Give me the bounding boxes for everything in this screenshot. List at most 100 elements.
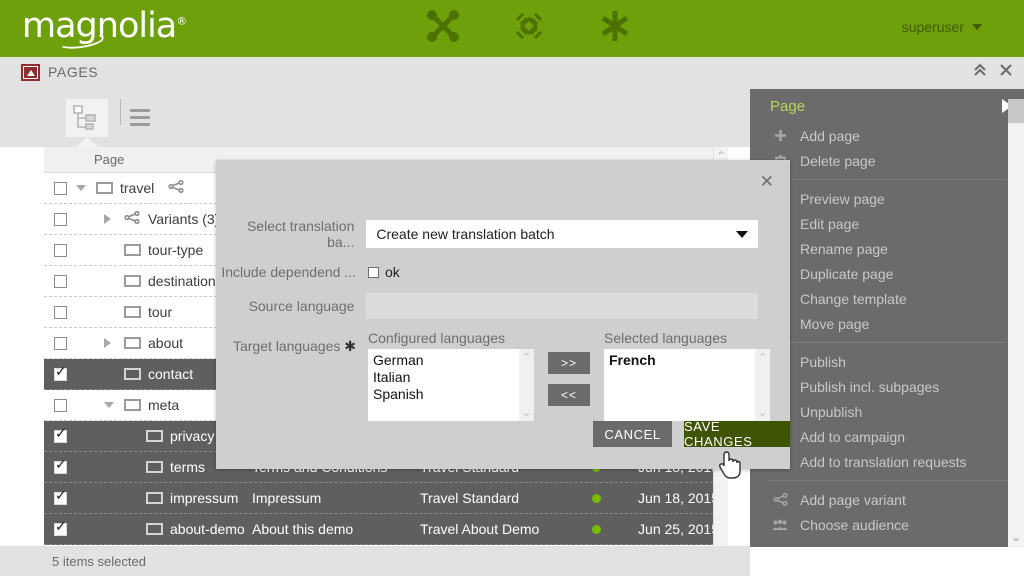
selected-list-scrollbar[interactable]: ⌃ ⌄ — [755, 349, 770, 421]
label-source-language: Source language — [216, 298, 354, 314]
action-item-label: Publish incl. subpages — [800, 379, 939, 395]
save-changes-button[interactable]: SAVE CHANGES — [684, 421, 790, 447]
audience-icon — [772, 517, 788, 533]
action-item-add-page[interactable]: Add page — [750, 123, 1024, 148]
expand-arrow-icon[interactable] — [104, 214, 111, 224]
action-item-choose-audience[interactable]: Choose audience — [750, 512, 1024, 537]
action-group-divider — [768, 342, 1006, 343]
expand-arrow-icon[interactable] — [104, 338, 111, 348]
action-item-duplicate-page[interactable]: Duplicate page — [750, 261, 1024, 286]
collapse-icon[interactable] — [972, 62, 988, 82]
action-item-move-page[interactable]: Move page — [750, 311, 1024, 336]
collapse-arrow-icon[interactable] — [104, 402, 114, 408]
diamond-pattern-icon[interactable] — [511, 8, 547, 44]
row-checkbox[interactable] — [54, 306, 67, 319]
row-checkbox-checked[interactable] — [54, 368, 67, 381]
source-language-field[interactable] — [366, 293, 758, 319]
action-scroll-down-icon[interactable]: ⌄ — [1011, 530, 1021, 544]
status-badge — [592, 525, 601, 534]
row-label: travel — [120, 180, 154, 196]
move-left-button[interactable]: << — [548, 384, 590, 406]
action-item-label: Choose audience — [800, 517, 909, 533]
row-checkbox[interactable] — [54, 182, 67, 195]
collapse-arrow-icon[interactable] — [76, 185, 86, 191]
row-checkbox-checked[interactable] — [54, 430, 67, 443]
magnolia-logo[interactable]: magnolia® — [22, 6, 186, 46]
row-checkbox[interactable] — [54, 275, 67, 288]
action-item-unpublish[interactable]: Unpublish — [750, 399, 1024, 424]
action-item-label: Edit page — [800, 216, 859, 232]
page-icon — [96, 182, 113, 194]
asterisk-icon[interactable] — [597, 8, 633, 44]
page-icon — [146, 430, 163, 442]
field-row-source: Source language — [216, 293, 758, 319]
selected-languages-list[interactable]: French ⌃ ⌄ — [604, 349, 770, 421]
scroll-down-icon[interactable]: ⌄ — [758, 406, 767, 419]
selection-count: 5 items selected — [52, 554, 146, 569]
action-panel-header: Page — [750, 89, 1024, 123]
scroll-up-icon[interactable]: ⌃ — [522, 351, 531, 364]
page-icon — [124, 337, 141, 349]
list-option[interactable]: Spanish — [373, 386, 534, 403]
list-option[interactable]: Italian — [373, 369, 534, 386]
action-panel-scrollbar[interactable]: ⌄ — [1008, 99, 1024, 547]
app-bar — [0, 57, 1024, 89]
action-item-publish-incl-subpages[interactable]: Publish incl. subpages — [750, 374, 1024, 399]
page-icon — [124, 368, 141, 380]
connector-icon[interactable] — [425, 8, 461, 44]
configured-languages-list[interactable]: GermanItalianSpanish ⌃ ⌄ — [368, 349, 534, 421]
list-view-icon[interactable] — [130, 109, 150, 126]
row-checkbox[interactable] — [54, 213, 67, 226]
share-icon — [168, 180, 185, 196]
row-label: privacy — [170, 428, 214, 444]
share-icon — [772, 492, 788, 508]
configured-list-scrollbar[interactable]: ⌃ ⌄ — [519, 349, 534, 421]
row-checkbox-checked[interactable] — [54, 523, 67, 536]
magnolia-pages-app: magnolia® — [0, 0, 1024, 576]
scroll-up-icon[interactable]: ⌃ — [758, 351, 767, 364]
action-item-edit-page[interactable]: Edit page — [750, 211, 1024, 236]
action-item-label: Rename page — [800, 241, 888, 257]
page-title: PAGES — [48, 64, 98, 80]
row-checkbox-checked[interactable] — [54, 492, 67, 505]
variants-icon — [124, 211, 141, 227]
action-item-delete-page[interactable]: Delete page — [750, 148, 1024, 173]
cell-title: About this demo — [252, 521, 353, 537]
action-item-publish[interactable]: Publish — [750, 349, 1024, 374]
scroll-down-icon[interactable]: ⌄ — [522, 406, 531, 419]
row-label: contact — [148, 366, 193, 382]
select-translation-batch[interactable]: Create new translation batch — [366, 220, 758, 248]
action-group-divider — [768, 480, 1006, 481]
move-right-button[interactable]: >> — [548, 352, 590, 374]
row-checkbox[interactable] — [54, 337, 67, 350]
view-toolbar — [0, 89, 750, 147]
cancel-button[interactable]: CANCEL — [593, 421, 672, 447]
page-icon — [124, 399, 141, 411]
row-checkbox-checked[interactable] — [54, 461, 67, 474]
row-label: tour-type — [148, 242, 203, 258]
action-item-label: Change template — [800, 291, 907, 307]
row-label: destination — [148, 273, 216, 289]
action-item-preview-page[interactable]: Preview page — [750, 186, 1024, 211]
include-dependencies-checkbox[interactable] — [368, 267, 379, 278]
action-item-add-to-translation-requests[interactable]: Add to translation requests — [750, 449, 1024, 474]
dialog-close-icon[interactable]: ✕ — [760, 172, 774, 192]
tree-view-icon[interactable] — [66, 99, 108, 137]
close-icon[interactable] — [998, 62, 1014, 82]
row-checkbox[interactable] — [54, 244, 67, 257]
action-item-add-to-campaign[interactable]: Add to campaign — [750, 424, 1024, 449]
action-item-label: Add to campaign — [800, 429, 905, 445]
action-scroll-thumb[interactable] — [1008, 99, 1024, 123]
plus-icon — [772, 128, 788, 144]
list-option[interactable]: French — [609, 352, 770, 369]
include-checkbox-label: ok — [385, 264, 400, 280]
required-asterisk: ✱ — [344, 338, 356, 354]
action-item-rename-page[interactable]: Rename page — [750, 236, 1024, 261]
action-item-change-template[interactable]: Change template — [750, 286, 1024, 311]
row-checkbox[interactable] — [54, 399, 67, 412]
action-item-add-page-variant[interactable]: Add page variant — [750, 487, 1024, 512]
table-row[interactable]: about-demoAbout this demoTravel About De… — [44, 514, 728, 545]
table-row[interactable]: impressumImpressumTravel StandardJun 18,… — [44, 483, 728, 514]
user-menu[interactable]: superuser — [902, 19, 982, 35]
list-option[interactable]: German — [373, 352, 534, 369]
